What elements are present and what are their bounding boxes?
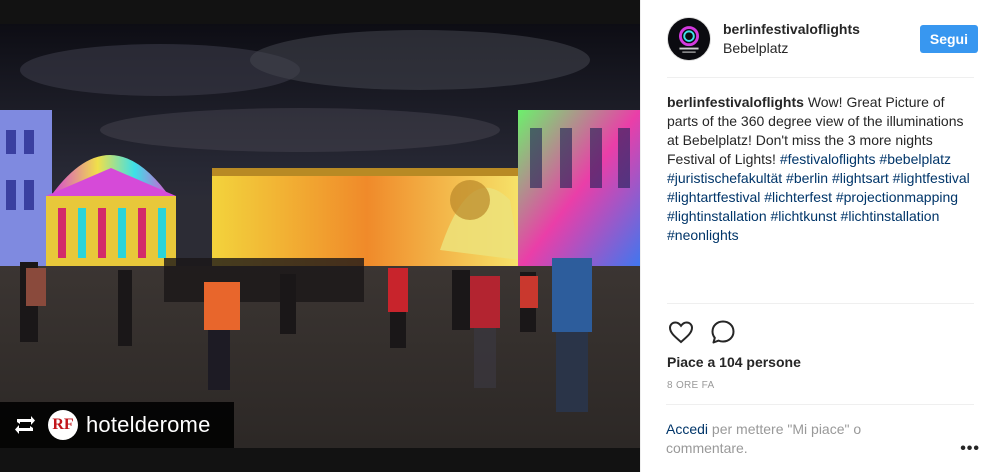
username-link[interactable]: berlinfestivaloflights [723,21,920,37]
heart-icon[interactable] [667,318,695,346]
instagram-post: RF hotelderome berlinfestivaloflights Be… [0,0,1000,472]
action-bar [667,304,974,348]
post-photo[interactable]: RF hotelderome [0,0,640,472]
caption-username[interactable]: berlinfestivaloflights [667,94,804,110]
hotel-logo: RF [48,410,78,440]
repost-handle: hotelderome [86,412,211,437]
post-timestamp[interactable]: 8 ORE FA [667,380,974,391]
comment-icon[interactable] [709,318,737,346]
login-prompt: Accedi per mettere "Mi piace" o commenta… [666,404,979,458]
post-header: berlinfestivaloflights Bebelplatz Segui [667,0,978,78]
festival-logo-icon [668,17,710,60]
avatar[interactable] [667,16,711,61]
login-link[interactable]: Accedi [666,421,708,437]
repost-credit-bar: RF hotelderome [0,402,234,448]
follow-button[interactable]: Segui [919,24,978,53]
post-caption: berlinfestivaloflights Wow! Great Pictur… [667,78,974,304]
likes-count[interactable]: Piace a 104 persone [667,354,974,370]
more-options-button[interactable]: ••• [960,439,980,458]
repost-icon [15,416,35,434]
location-link[interactable]: Bebelplatz [723,40,920,56]
post-sidebar: berlinfestivaloflights Bebelplatz Segui … [640,0,1000,472]
